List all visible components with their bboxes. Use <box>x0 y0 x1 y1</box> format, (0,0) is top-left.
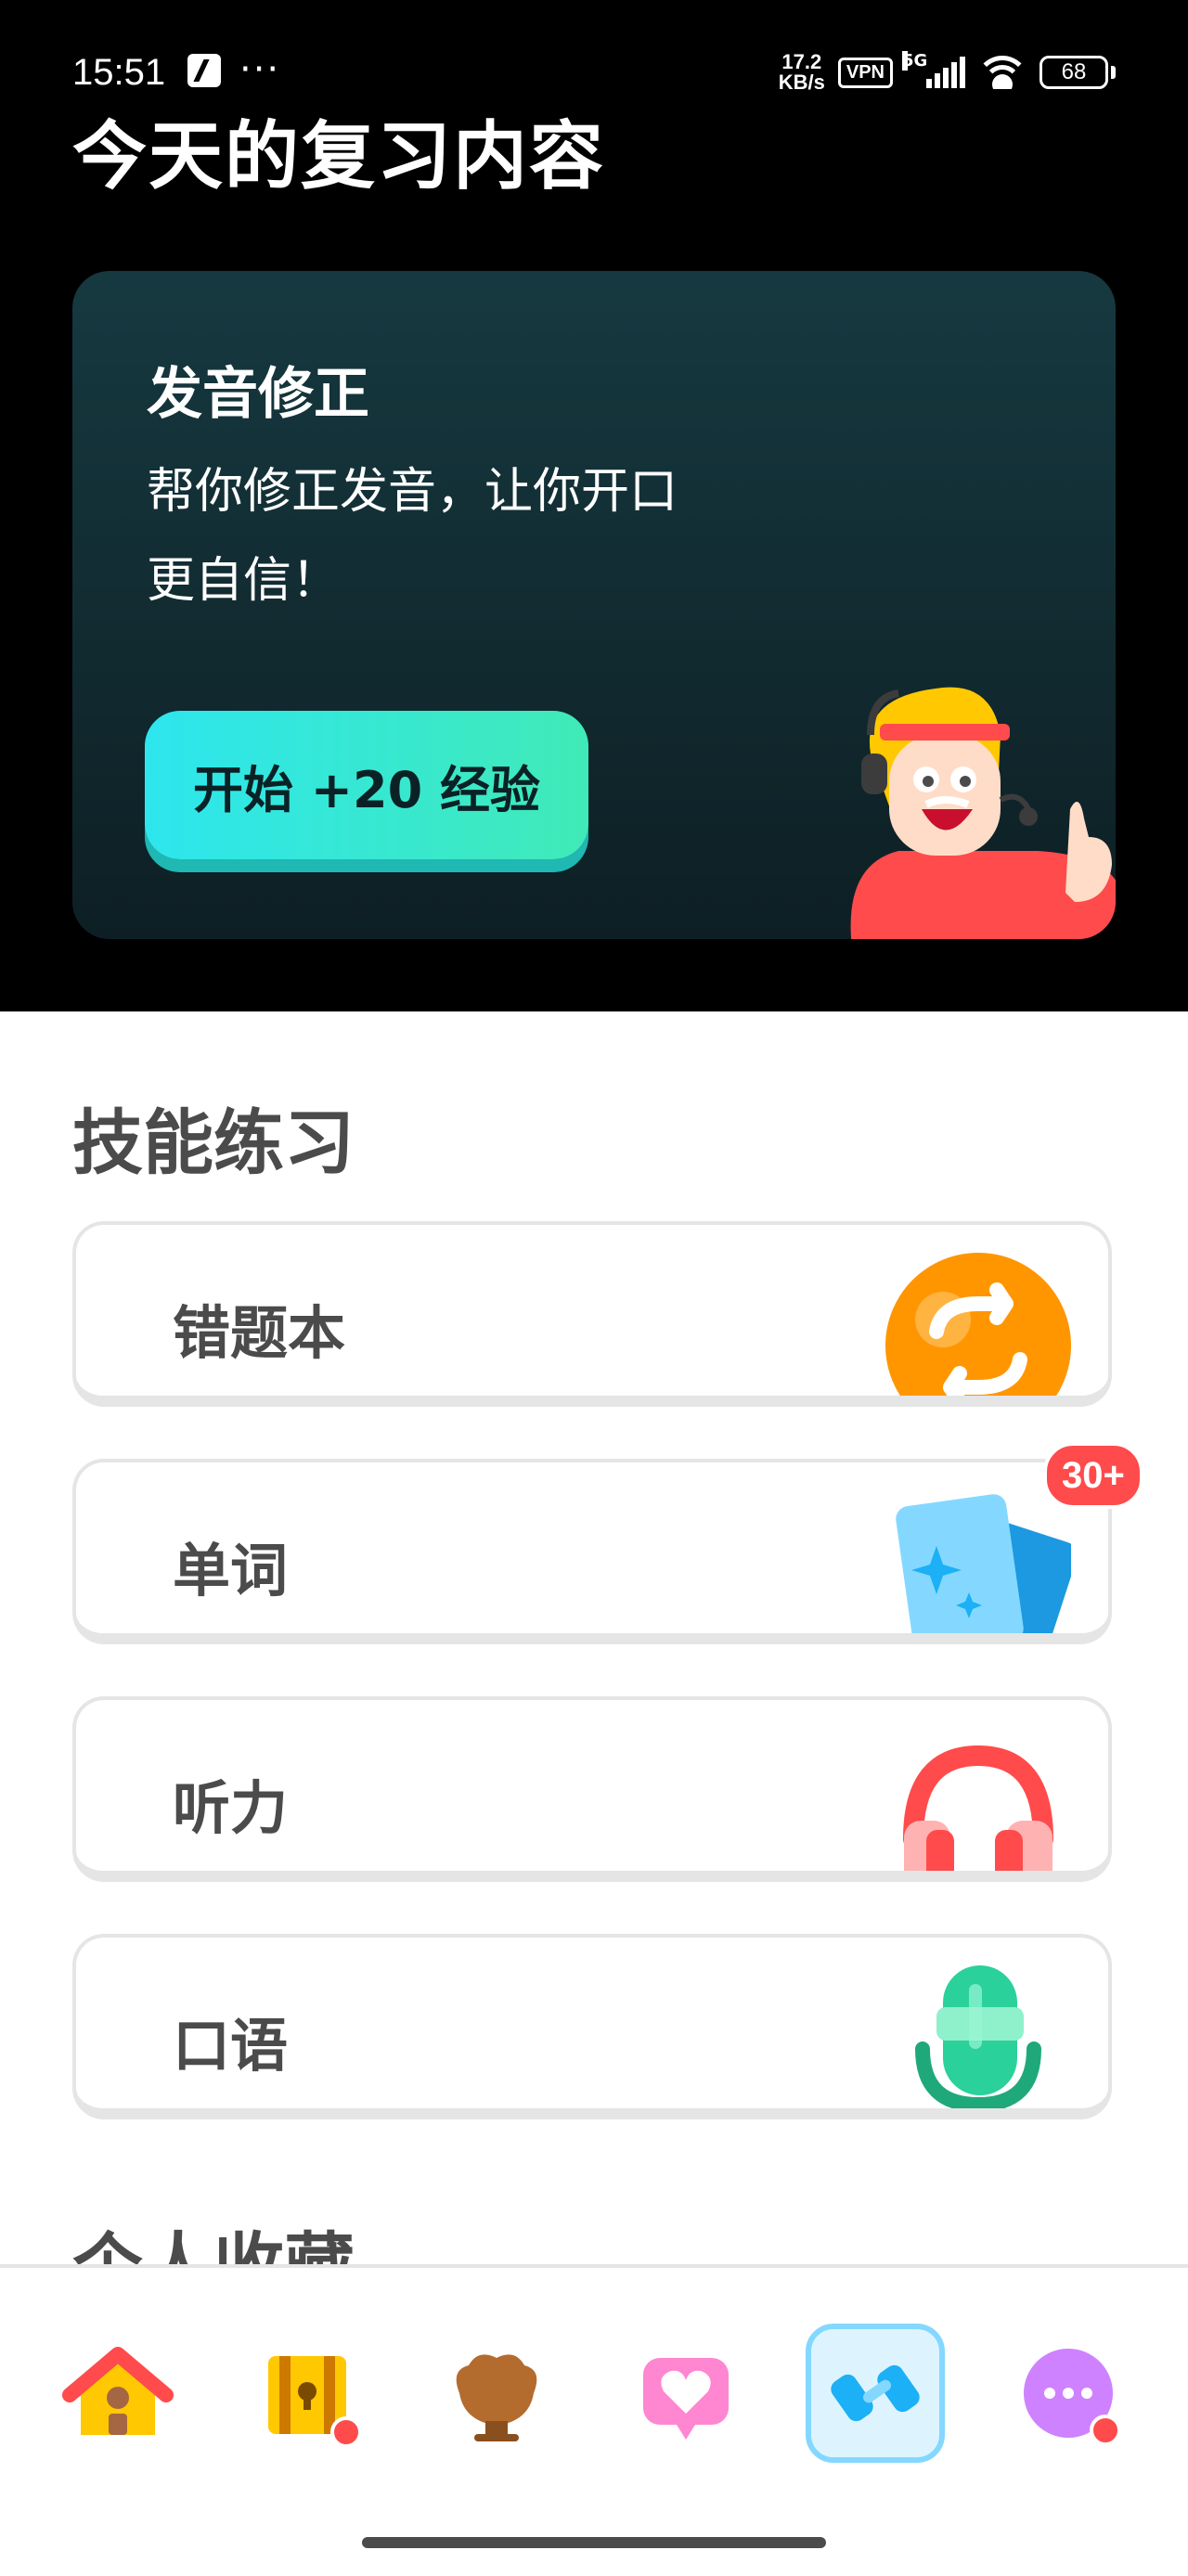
start-button[interactable]: 开始 +20 经验 <box>145 711 588 859</box>
bottom-tab-bar <box>0 2264 1188 2576</box>
home-icon <box>62 2347 174 2435</box>
microphone-icon <box>915 1965 1041 2108</box>
skill-card-words[interactable]: 单词 <box>72 1459 1112 1644</box>
battery-icon: 68 <box>1040 56 1116 89</box>
network-speed: 17.2 KB/s <box>778 50 825 94</box>
page-title: 今天的复习内容 <box>72 113 605 200</box>
hero-title: 发音修正 <box>147 362 369 427</box>
wifi-icon <box>978 56 1027 89</box>
words-count-badge: 30+ <box>1043 1442 1143 1509</box>
dumbbell-icon <box>831 2364 920 2422</box>
skill-label: 口语 <box>173 2012 289 2080</box>
skill-label: 听力 <box>173 1774 289 1842</box>
tab-quests[interactable] <box>238 2324 377 2463</box>
notification-dot <box>1090 2415 1121 2446</box>
tab-more[interactable] <box>999 2324 1138 2463</box>
skill-card-speaking[interactable]: 口语 <box>72 1934 1112 2119</box>
vpn-icon: VPN <box>837 57 893 88</box>
hero-description: 帮你修正发音，让你开口更自信！ <box>147 464 678 609</box>
cards-icon <box>896 1494 1071 1633</box>
section-title-skills: 技能练习 <box>72 1101 355 1184</box>
notification-icon <box>187 54 221 87</box>
pronunciation-card: 发音修正 帮你修正发音，让你开口更自信！ 开始 +20 经验 <box>72 271 1116 939</box>
mascot-coach-icon <box>850 687 1116 939</box>
headphones-icon <box>903 1745 1053 1871</box>
tab-practice[interactable] <box>806 2324 945 2463</box>
top-dark-area: 15:51 ··· 17.2 KB/s VPN 5G 68 今天的复习内容 发音… <box>0 0 1188 1011</box>
skill-label: 错题本 <box>173 1299 346 1367</box>
skill-card-listening[interactable]: 听力 <box>72 1696 1112 1882</box>
skill-label: 单词 <box>173 1537 289 1604</box>
skill-card-mistakes[interactable]: 错题本 <box>72 1221 1112 1407</box>
refresh-circle-icon <box>885 1253 1071 1396</box>
tab-home[interactable] <box>48 2324 187 2463</box>
signal-icon: 5G <box>902 51 965 88</box>
home-indicator <box>362 2537 826 2548</box>
more-notifications-icon: ··· <box>239 48 281 91</box>
tab-health[interactable] <box>616 2324 755 2463</box>
heart-icon <box>643 2358 729 2440</box>
status-time: 15:51 <box>72 52 166 93</box>
notification-dot <box>330 2416 362 2448</box>
shield-icon <box>456 2354 537 2441</box>
status-bar: 15:51 ··· 17.2 KB/s VPN 5G 68 <box>72 48 1116 95</box>
tab-leagues[interactable] <box>427 2324 566 2463</box>
